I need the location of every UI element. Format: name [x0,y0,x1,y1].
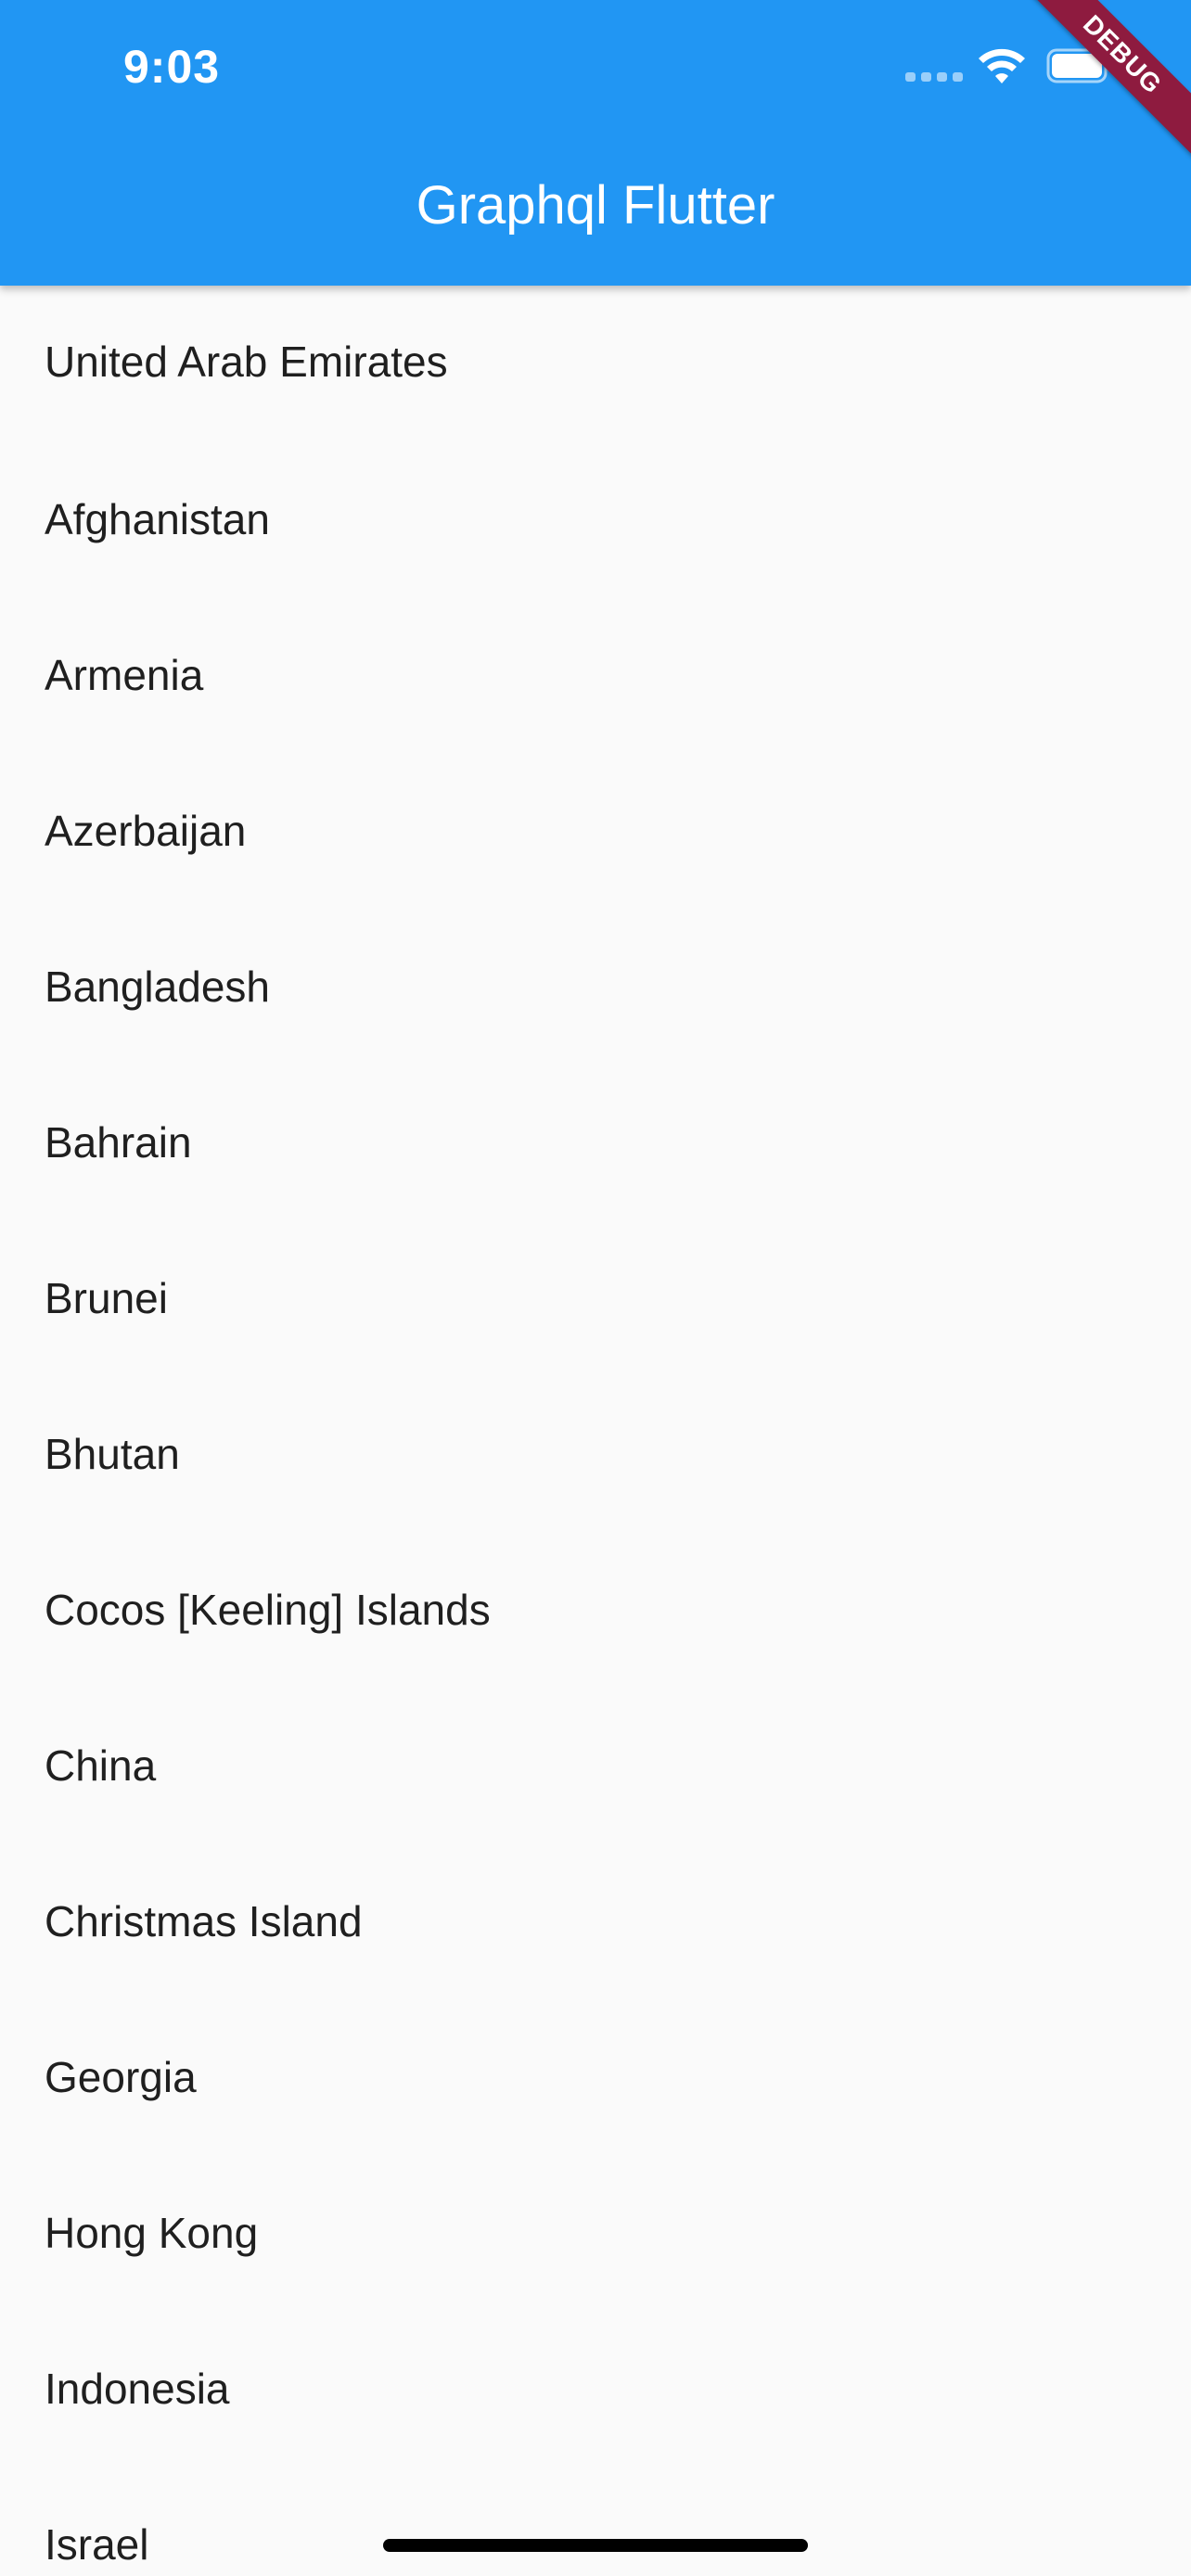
list-item[interactable]: Georgia [0,1999,1191,2155]
list-item[interactable]: Brunei [0,1220,1191,1376]
country-name: Indonesia [45,2365,230,2413]
list-item[interactable]: Bangladesh [0,909,1191,1065]
list-item[interactable]: Christmas Island [0,1843,1191,1999]
status-bar-time: 9:03 [123,41,221,93]
list-item[interactable]: Israel [0,2467,1191,2576]
country-name: Bangladesh [45,963,270,1011]
list-item[interactable]: United Arab Emirates [0,286,1191,441]
list-item[interactable]: Indonesia [0,2311,1191,2467]
country-name: Christmas Island [45,1897,363,1945]
country-name: Bhutan [45,1430,180,1478]
country-name: Armenia [45,651,204,699]
signal-icon [905,72,963,82]
debug-banner: DEBUG [1005,0,1191,185]
country-name: China [45,1741,157,1790]
country-name: Afghanistan [45,495,270,543]
country-name: Israel [45,2520,149,2569]
country-name: Cocos [Keeling] Islands [45,1586,491,1634]
country-name: Bahrain [45,1118,192,1167]
list-item[interactable]: China [0,1688,1191,1843]
country-name: Hong Kong [45,2209,259,2257]
list-item[interactable]: Bhutan [0,1376,1191,1532]
list-item[interactable]: Cocos [Keeling] Islands [0,1532,1191,1688]
country-name: Brunei [45,1274,168,1322]
country-list[interactable]: United Arab Emirates Afghanistan Armenia… [0,286,1191,2576]
country-name: Georgia [45,2053,197,2101]
home-indicator[interactable] [383,2539,808,2552]
list-item[interactable]: Hong Kong [0,2155,1191,2311]
debug-label: DEBUG [1005,0,1191,175]
country-name: United Arab Emirates [45,338,448,386]
country-name: Azerbaijan [45,807,247,855]
list-item[interactable]: Armenia [0,597,1191,753]
list-item[interactable]: Afghanistan [0,441,1191,597]
list-item[interactable]: Azerbaijan [0,753,1191,909]
list-item[interactable]: Bahrain [0,1065,1191,1220]
